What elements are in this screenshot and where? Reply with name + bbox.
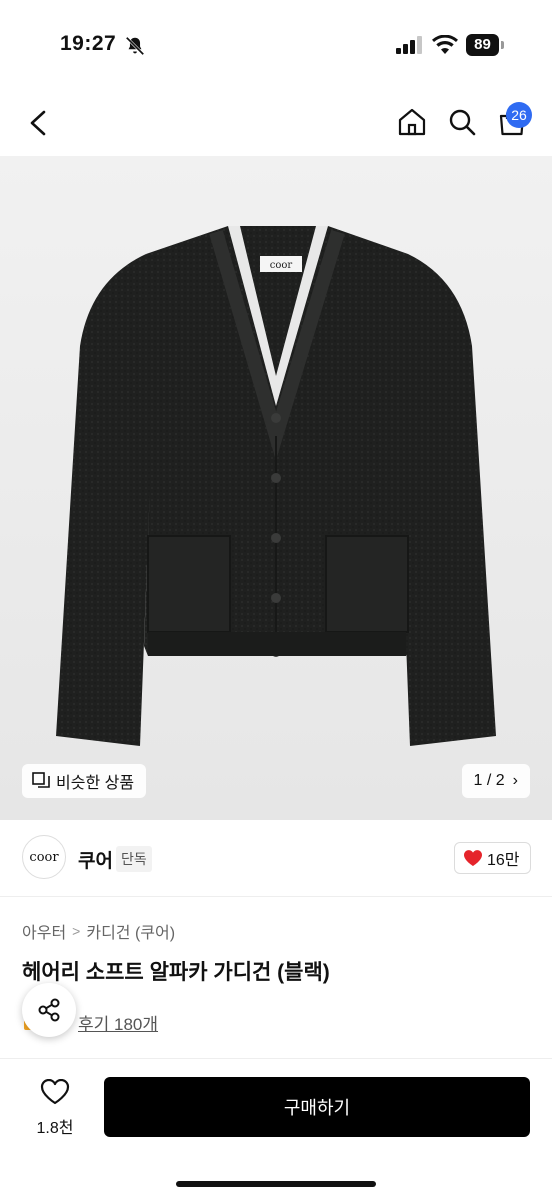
image-pager[interactable]: 1 / 2 › <box>461 764 530 798</box>
product-image[interactable]: coor 비슷한 상품 1 / 2 › <box>0 156 552 820</box>
image-pager-count: 1 / 2 <box>473 772 505 789</box>
share-button[interactable] <box>22 983 76 1037</box>
battery-level: 89 <box>466 34 499 56</box>
breadcrumb-separator: > <box>72 923 81 939</box>
wish-count: 1.8천 <box>36 1120 74 1137</box>
bell-slash-icon <box>125 36 145 56</box>
svg-text:coor: coor <box>270 260 293 271</box>
breadcrumb-item[interactable]: 아우터 <box>22 919 66 943</box>
nav-bar: 26 <box>0 92 552 156</box>
status-time: 19:27 <box>60 32 117 55</box>
brand-row[interactable]: coor 쿠어 단독 16만 <box>0 830 552 886</box>
breadcrumb: 아우터 > 카디건 (쿠어) <box>22 919 175 943</box>
brand-logo[interactable]: coor <box>22 835 66 879</box>
cart-count-badge: 26 <box>506 102 532 128</box>
brand-like-count: 16만 <box>487 852 520 869</box>
battery-icon: 89 <box>466 34 504 56</box>
exclusive-tag: 단독 <box>116 846 152 872</box>
buy-button[interactable]: 구매하기 <box>104 1077 530 1137</box>
status-bar: 19:27 89 <box>0 0 552 92</box>
similar-products-button[interactable]: 비슷한 상품 <box>22 764 147 798</box>
chevron-right-icon: › <box>512 772 518 789</box>
divider <box>0 896 552 897</box>
cardigan-image: coor <box>56 226 496 746</box>
similar-icon <box>32 772 50 788</box>
product-title: 헤어리 소프트 알파카 가디건 (블랙) <box>22 961 330 984</box>
review-link[interactable]: 후기 180개 <box>78 1010 158 1035</box>
share-icon <box>38 998 60 1022</box>
breadcrumb-item[interactable]: 카디건 (쿠어) <box>86 919 175 943</box>
heart-outline-icon <box>40 1078 70 1105</box>
back-icon[interactable] <box>26 108 52 138</box>
bottom-action-bar: 1.8천 구매하기 <box>0 1058 552 1200</box>
home-icon[interactable] <box>396 106 428 138</box>
brand-name[interactable]: 쿠어 <box>78 846 113 873</box>
signal-icon <box>396 36 422 54</box>
wish-button[interactable]: 1.8천 <box>30 1078 80 1137</box>
home-indicator <box>176 1181 376 1187</box>
brand-like-button[interactable]: 16만 <box>454 842 531 874</box>
heart-icon <box>463 850 483 866</box>
search-icon[interactable] <box>446 106 478 138</box>
wifi-icon <box>432 35 458 54</box>
similar-products-label: 비슷한 상품 <box>56 775 135 792</box>
